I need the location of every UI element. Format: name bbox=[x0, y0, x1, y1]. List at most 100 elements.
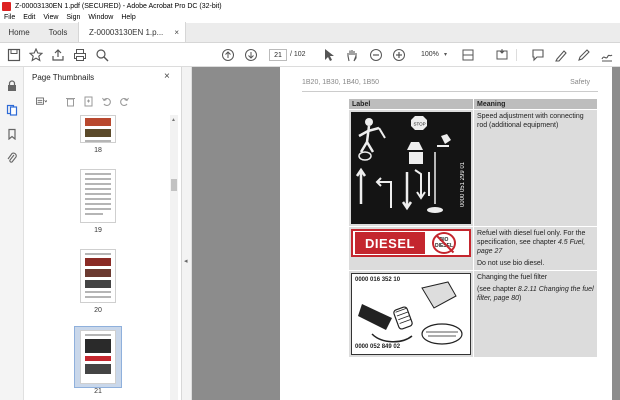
print-icon[interactable] bbox=[72, 47, 88, 63]
panel-close-icon[interactable]: × bbox=[164, 71, 170, 82]
lock-security-icon[interactable] bbox=[5, 79, 19, 93]
meaning-text: Refuel with diesel fuel only. For the sp… bbox=[477, 229, 594, 256]
no-bio-diesel-icon: BIO DIESEL bbox=[432, 232, 456, 254]
hand-tool-icon[interactable] bbox=[344, 47, 360, 63]
table-row: DIESEL BIO DIESEL Refuel with diesel fue… bbox=[348, 226, 598, 271]
comment-icon[interactable] bbox=[530, 47, 546, 63]
fill-sign-icon[interactable] bbox=[599, 47, 615, 63]
header-rule bbox=[302, 91, 598, 92]
attachments-paperclip-icon[interactable] bbox=[5, 151, 19, 165]
column-header-meaning: Meaning bbox=[473, 98, 598, 110]
speed-adjustment-pictogram: STOP bbox=[355, 116, 451, 213]
rotate-counterclockwise-icon[interactable] bbox=[98, 94, 114, 108]
panel-toolbar bbox=[30, 93, 170, 109]
menu-help[interactable]: Help bbox=[121, 14, 135, 21]
navigation-rail bbox=[0, 67, 24, 400]
draw-pencil-icon[interactable] bbox=[576, 47, 592, 63]
previous-page-icon[interactable] bbox=[220, 47, 236, 63]
diesel-fuel-label-image: DIESEL BIO DIESEL bbox=[351, 229, 471, 257]
thumbnail-page-18[interactable] bbox=[80, 115, 116, 143]
label-part-number: 0000 051 299 01 bbox=[460, 162, 466, 208]
meaning-text-suffix: ) bbox=[519, 295, 522, 302]
zoom-out-icon[interactable] bbox=[368, 47, 384, 63]
save-icon[interactable] bbox=[6, 47, 22, 63]
share-upload-icon[interactable] bbox=[50, 47, 66, 63]
speed-adjustment-label-image: STOP 0000 051 299 01 bbox=[351, 112, 471, 224]
fit-page-icon[interactable] bbox=[460, 47, 476, 63]
fuel-filter-label-image: 0000 016 352 10 0000 052 849 02 bbox=[351, 273, 471, 355]
thumbnail-options-icon[interactable] bbox=[30, 94, 52, 108]
diesel-word: DIESEL bbox=[355, 232, 425, 254]
zoom-in-icon[interactable] bbox=[391, 47, 407, 63]
fuel-filter-pictogram bbox=[358, 281, 463, 345]
meaning-text: Changing the fuel filter bbox=[477, 274, 548, 281]
rotate-clockwise-icon[interactable] bbox=[116, 94, 132, 108]
tab-document-label: Z-00003130EN 1.p... bbox=[89, 27, 164, 37]
tab-close-icon[interactable]: × bbox=[174, 28, 179, 37]
thumbnail-page-19[interactable] bbox=[80, 169, 116, 223]
scroll-mode-icon[interactable] bbox=[494, 47, 510, 63]
bookmark-star-icon[interactable] bbox=[28, 47, 44, 63]
label-cell: DIESEL BIO DIESEL bbox=[348, 226, 474, 271]
zoom-search-icon[interactable] bbox=[94, 47, 110, 63]
bio-diesel-text: DIESEL bbox=[434, 243, 454, 249]
page-thumbnails-icon[interactable] bbox=[5, 103, 19, 117]
thumbnail-list: 18 19 20 21 bbox=[24, 115, 170, 400]
toolbar-separator bbox=[516, 49, 517, 61]
label-part-number-top: 0000 016 352 10 bbox=[355, 277, 401, 283]
window-title: Z-00003130EN 1.pdf (SECURED) - Adobe Acr… bbox=[15, 2, 222, 10]
document-page: 1B20, 1B30, 1B40, 1B50 Safety Label Mean… bbox=[280, 67, 612, 400]
delete-page-icon[interactable] bbox=[62, 94, 78, 108]
thumbnail-label: 18 bbox=[94, 147, 102, 154]
title-bar: Z-00003130EN 1.pdf (SECURED) - Adobe Acr… bbox=[0, 0, 620, 12]
meaning-text: Speed adjustment with connecting rod (ad… bbox=[477, 113, 584, 129]
highlight-pen-icon[interactable] bbox=[553, 47, 569, 63]
table-row: STOP 0000 051 299 01 Speed adjustment wi… bbox=[348, 109, 598, 227]
column-header-label: Label bbox=[348, 98, 474, 110]
menu-edit[interactable]: Edit bbox=[23, 14, 35, 21]
tab-document[interactable]: Z-00003130EN 1.p... × bbox=[78, 22, 186, 42]
menu-file[interactable]: File bbox=[4, 14, 15, 21]
thumbnail-scrollbar[interactable]: ▲ bbox=[170, 115, 178, 400]
page-total: / 102 bbox=[290, 51, 306, 58]
label-meaning-table: Label Meaning STOP 0000 051 299 01 Speed… bbox=[348, 98, 598, 358]
collapse-chevron-icon[interactable]: ◂ bbox=[184, 257, 188, 265]
label-cell: 0000 016 352 10 0000 052 849 02 bbox=[348, 270, 474, 358]
page-header-model: 1B20, 1B30, 1B40, 1B50 bbox=[302, 79, 380, 86]
panel-title: Page Thumbnails bbox=[32, 73, 95, 82]
meaning-cell: Refuel with diesel fuel only. For the sp… bbox=[473, 226, 598, 271]
tab-tools[interactable]: Tools bbox=[38, 22, 78, 42]
table-row: 0000 016 352 10 0000 052 849 02 Changing… bbox=[348, 270, 598, 358]
next-page-icon[interactable] bbox=[243, 47, 259, 63]
thumbnail-page-21[interactable] bbox=[80, 330, 116, 384]
scroll-up-arrow-icon[interactable]: ▲ bbox=[171, 117, 176, 123]
meaning-cell: Changing the fuel filter (see chapter 8.… bbox=[473, 270, 598, 358]
page-thumbnails-panel: Page Thumbnails × 18 19 20 21 ▲ bbox=[24, 67, 182, 400]
thumbnail-label: 21 bbox=[94, 388, 102, 395]
main-toolbar: 21 / 102 100% ▾ bbox=[0, 43, 620, 67]
tab-bar: Home Tools Z-00003130EN 1.p... × bbox=[0, 22, 620, 43]
menu-sign[interactable]: Sign bbox=[66, 14, 80, 21]
label-cell: STOP 0000 051 299 01 bbox=[348, 109, 474, 227]
svg-text:STOP: STOP bbox=[414, 122, 426, 127]
scrollbar-thumb[interactable] bbox=[171, 179, 177, 191]
document-view: 1B20, 1B30, 1B40, 1B50 Safety Label Mean… bbox=[192, 67, 620, 400]
thumbnail-page-20[interactable] bbox=[80, 249, 116, 303]
tab-home[interactable]: Home bbox=[0, 22, 38, 42]
meaning-text-second: Do not use bio diesel. bbox=[477, 260, 545, 267]
bookmarks-icon[interactable] bbox=[5, 127, 19, 141]
menu-window[interactable]: Window bbox=[88, 14, 113, 21]
thumbnail-label: 19 bbox=[94, 227, 102, 234]
acrobat-app-icon bbox=[2, 1, 11, 11]
menu-view[interactable]: View bbox=[43, 14, 58, 21]
panel-collapse-handle[interactable]: ◂ bbox=[182, 67, 192, 400]
meaning-cell: Speed adjustment with connecting rod (ad… bbox=[473, 109, 598, 227]
select-cursor-icon[interactable] bbox=[321, 47, 337, 63]
zoom-dropdown-chevron-icon[interactable]: ▾ bbox=[444, 51, 447, 58]
extract-page-icon[interactable] bbox=[80, 94, 96, 108]
thumbnail-label: 20 bbox=[94, 307, 102, 314]
zoom-level[interactable]: 100% bbox=[421, 51, 439, 58]
meaning-text-prefix: (see chapter bbox=[477, 286, 518, 293]
meaning-text-second: (see chapter 8.2.11 Changing the fuel fi… bbox=[477, 285, 594, 303]
page-number-input[interactable]: 21 bbox=[269, 49, 287, 61]
